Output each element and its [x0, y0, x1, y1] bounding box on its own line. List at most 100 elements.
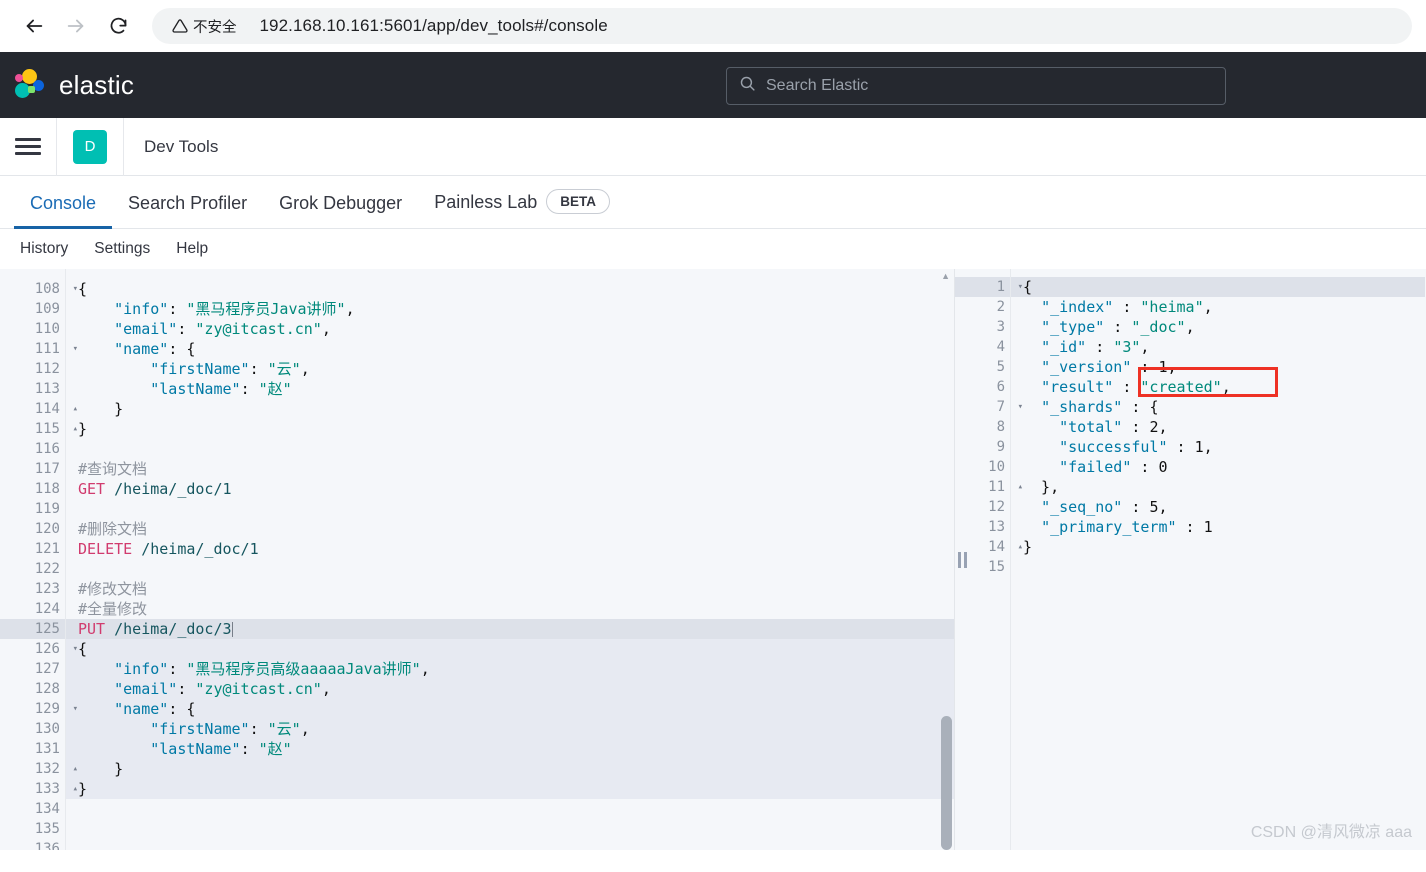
code-line[interactable]: "lastName": "赵"	[66, 739, 954, 759]
tab-console[interactable]: Console	[14, 193, 113, 229]
fold-toggle-icon[interactable]: ▴	[73, 779, 78, 799]
code-line[interactable]	[66, 839, 954, 850]
hamburger-menu-icon[interactable]	[0, 118, 56, 176]
code-line[interactable]: #全量修改	[66, 599, 954, 619]
code-line[interactable]: {	[1011, 277, 1425, 297]
code-token: ,	[321, 680, 331, 698]
back-button[interactable]	[14, 6, 54, 46]
fold-toggle-icon[interactable]: ▾	[73, 279, 78, 299]
subnav-help[interactable]: Help	[176, 240, 208, 258]
app-initial-badge: D	[73, 129, 107, 164]
code-line[interactable]	[66, 499, 954, 519]
reload-button[interactable]	[98, 6, 138, 46]
code-line[interactable]: PUT /heima/_doc/3	[66, 619, 954, 639]
fold-toggle-icon[interactable]: ▾	[73, 699, 78, 719]
fold-toggle-icon[interactable]: ▾	[1018, 397, 1023, 417]
line-number: 132 ▴	[34, 761, 78, 777]
code-token: /heima/_doc/3	[105, 620, 232, 638]
code-token: :	[1086, 338, 1114, 356]
editor-vertical-scrollbar[interactable]	[941, 716, 952, 850]
code-line[interactable]: "info": "黑马程序员高级aaaaaJava讲师",	[66, 659, 954, 679]
code-line[interactable]: "total" : 2,	[1011, 417, 1425, 437]
fold-toggle-icon[interactable]: ▾	[73, 339, 78, 359]
code-line[interactable]: },	[1011, 477, 1425, 497]
code-line[interactable]: "failed" : 0	[1011, 457, 1425, 477]
code-line[interactable]: "info": "黑马程序员Java讲师",	[66, 299, 954, 319]
code-token: "info"	[114, 660, 169, 678]
fold-toggle-icon[interactable]: ▴	[1018, 537, 1023, 557]
code-token: "赵"	[258, 740, 292, 758]
tab-search-profiler[interactable]: Search Profiler	[112, 193, 263, 228]
line-number: 119	[34, 501, 60, 517]
code-line[interactable]: #删除文档	[66, 519, 954, 539]
code-line[interactable]: "_seq_no" : 5,	[1011, 497, 1425, 517]
editor-scroll-up-arrow[interactable]: ▲	[941, 271, 950, 281]
code-line[interactable]: }	[66, 419, 954, 439]
code-line[interactable]: GET /heima/_doc/1	[66, 479, 954, 499]
code-line[interactable]: }	[66, 399, 954, 419]
code-line[interactable]: "successful" : 1,	[1011, 437, 1425, 457]
code-line[interactable]: {	[66, 279, 954, 299]
code-line[interactable]	[66, 559, 954, 579]
code-line[interactable]: }	[66, 759, 954, 779]
code-line[interactable]: "email": "zy@itcast.cn",	[66, 679, 954, 699]
fold-toggle-icon[interactable]: ▴	[73, 399, 78, 419]
fold-toggle-icon[interactable]: ▴	[73, 419, 78, 439]
code-line[interactable]: "result" : "created",	[1011, 377, 1425, 397]
code-line[interactable]: "firstName": "云",	[66, 359, 954, 379]
code-line[interactable]	[66, 819, 954, 839]
code-token: }	[1023, 538, 1033, 556]
fold-toggle-icon[interactable]: ▴	[1018, 477, 1023, 497]
code-token: "name"	[114, 700, 169, 718]
code-line[interactable]: "_shards" : {	[1011, 397, 1425, 417]
line-number: 108 ▾	[34, 281, 78, 297]
tab-painless-lab[interactable]: Painless Lab BETA	[418, 189, 626, 228]
code-line[interactable]: "lastName": "赵"	[66, 379, 954, 399]
code-line[interactable]	[66, 439, 954, 459]
code-line[interactable]: "_type" : "_doc",	[1011, 317, 1425, 337]
editor-code-area[interactable]: { "info": "黑马程序员Java讲师", "email": "zy@it…	[66, 269, 954, 850]
elastic-brand[interactable]: elastic	[0, 69, 134, 101]
code-line[interactable]: "_version" : 1,	[1011, 357, 1425, 377]
code-token: }	[78, 420, 88, 438]
fold-toggle-icon[interactable]: ▾	[73, 639, 78, 659]
code-token: "云"	[267, 360, 301, 378]
code-token: "total"	[1059, 418, 1123, 436]
code-line[interactable]: "firstName": "云",	[66, 719, 954, 739]
fold-toggle-icon[interactable]: ▾	[1018, 277, 1023, 297]
watermark: CSDN @清风微凉 aaa	[1250, 824, 1412, 841]
code-token: ,	[345, 300, 355, 318]
response-viewer-pane[interactable]: 1 ▾ 2 3 4 5 6 7 ▾ 8 9 10 11 ▴ 12 13 14 ▴ 15 { "_index" : "…	[955, 269, 1425, 850]
site-security-indicator[interactable]: 不安全	[166, 13, 246, 40]
search-input[interactable]: Search Elastic	[726, 67, 1226, 105]
address-bar[interactable]: 不安全 192.168.10.161:5601/app/dev_tools#/c…	[152, 8, 1412, 44]
code-line[interactable]: "_index" : "heima",	[1011, 297, 1425, 317]
code-token: "heima"	[1140, 298, 1204, 316]
code-line[interactable]	[66, 799, 954, 819]
line-number: 109	[34, 301, 60, 317]
code-line[interactable]: "email": "zy@itcast.cn",	[66, 319, 954, 339]
tab-grok-debugger[interactable]: Grok Debugger	[263, 193, 418, 228]
code-token: "_shards"	[1041, 398, 1123, 416]
code-line[interactable]: #修改文档	[66, 579, 954, 599]
brand-name: elastic	[59, 69, 135, 100]
code-line[interactable]: DELETE /heima/_doc/1	[66, 539, 954, 559]
subnav-settings[interactable]: Settings	[94, 240, 150, 258]
code-line[interactable]: }	[1011, 537, 1425, 557]
forward-button[interactable]	[56, 6, 96, 46]
elastic-logo-icon	[14, 69, 48, 101]
fold-toggle-icon[interactable]: ▴	[73, 759, 78, 779]
code-line[interactable]: {	[66, 639, 954, 659]
code-line[interactable]: "_id" : "3",	[1011, 337, 1425, 357]
subnav-history[interactable]: History	[20, 240, 68, 258]
pane-resizer-handle[interactable]	[955, 269, 969, 850]
code-line[interactable]	[1011, 557, 1425, 577]
code-line[interactable]: #查询文档	[66, 459, 954, 479]
code-line[interactable]: }	[66, 779, 954, 799]
code-line[interactable]: "_primary_term" : 1	[1011, 517, 1425, 537]
request-editor-pane[interactable]: 108 ▾ 109 110 111 ▾ 112 113 114 ▴ 115 ▴ 116 117 118 119…	[0, 269, 955, 850]
code-line[interactable]: "name": {	[66, 339, 954, 359]
code-line[interactable]: "name": {	[66, 699, 954, 719]
